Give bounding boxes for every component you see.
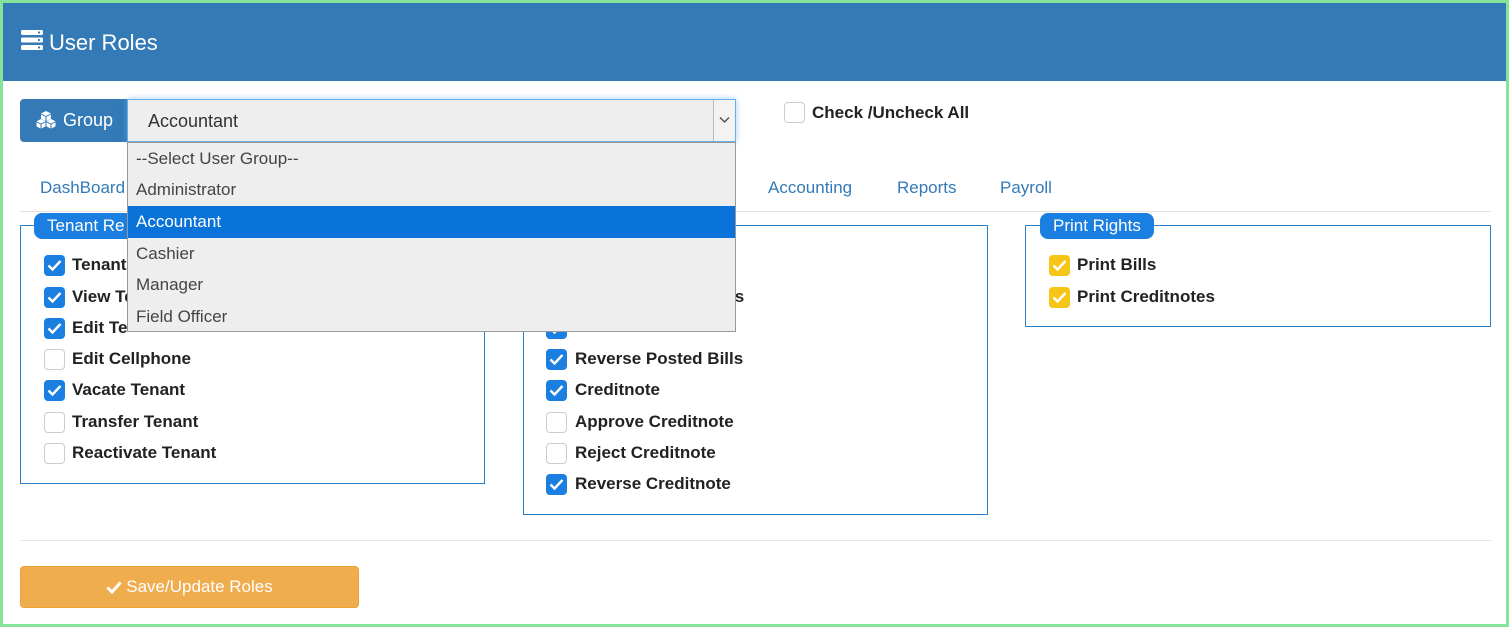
- edit-cellphone-checkbox[interactable]: [44, 349, 65, 370]
- print-bills-checkbox[interactable]: [1049, 255, 1070, 276]
- tab-accounting[interactable]: Accounting: [768, 178, 852, 198]
- tab-payroll[interactable]: Payroll: [1000, 178, 1052, 198]
- group-label: Group: [63, 110, 114, 130]
- edit-cellphone-label: Edit Cellphone: [72, 349, 191, 368]
- chevron-down-icon[interactable]: [713, 100, 735, 141]
- option-administrator[interactable]: Administrator: [128, 174, 735, 206]
- reverse-posted-bills-checkbox[interactable]: [546, 349, 567, 370]
- option-select-user-group[interactable]: --Select User Group--: [128, 143, 735, 175]
- server-stack-icon: [21, 30, 43, 50]
- vacate-tenant-label: Vacate Tenant: [72, 380, 186, 399]
- option-accountant[interactable]: Accountant: [128, 206, 735, 238]
- save-update-roles-button[interactable]: Save/Update Roles: [20, 566, 359, 608]
- vacate-tenant-checkbox[interactable]: [44, 380, 65, 401]
- view-tenant-label: View Te: [72, 287, 134, 306]
- option-manager[interactable]: Manager: [128, 269, 735, 301]
- user-group-dropdown-list: --Select User Group-- Administrator Acco…: [127, 142, 736, 332]
- print-rights-panel: [1025, 225, 1491, 327]
- check-all-checkbox[interactable]: [784, 102, 805, 123]
- edit-tenant-checkbox[interactable]: [44, 318, 65, 339]
- option-cashier[interactable]: Cashier: [128, 238, 735, 270]
- check-icon: [106, 581, 122, 595]
- tenant-checkbox[interactable]: [44, 255, 65, 276]
- tab-reports[interactable]: Reports: [897, 178, 957, 198]
- approve-creditnote-checkbox[interactable]: [546, 412, 567, 433]
- print-bills-label: Print Bills: [1077, 255, 1157, 274]
- user-group-selected-value: Accountant: [148, 111, 239, 131]
- page-header: User Roles: [3, 3, 1506, 81]
- tab-dashboard[interactable]: DashBoard: [40, 178, 125, 198]
- edit-tenant-label: Edit Te: [72, 318, 128, 337]
- user-group-select[interactable]: Accountant: [127, 99, 736, 142]
- cubes-icon: [36, 111, 56, 129]
- page-title: User Roles: [49, 30, 158, 55]
- print-creditnotes-label: Print Creditnotes: [1077, 287, 1215, 306]
- tenant-rights-legend: Tenant Re: [34, 213, 138, 239]
- reject-creditnote-label: Reject Creditnote: [575, 443, 716, 462]
- group-addon: Group: [20, 99, 128, 142]
- tenant-label: Tenant: [72, 255, 127, 274]
- save-button-label: Save/Update Roles: [126, 577, 273, 596]
- view-tenant-checkbox[interactable]: [44, 287, 65, 308]
- print-creditnotes-checkbox[interactable]: [1049, 287, 1070, 308]
- creditnote-checkbox[interactable]: [546, 380, 567, 401]
- transfer-tenant-label: Transfer Tenant: [72, 412, 199, 431]
- footer-divider: [20, 540, 1491, 541]
- reverse-creditnote-checkbox[interactable]: [546, 474, 567, 495]
- print-rights-legend: Print Rights: [1040, 213, 1154, 239]
- option-field-officer[interactable]: Field Officer: [128, 301, 735, 333]
- approve-creditnote-label: Approve Creditnote: [575, 412, 734, 431]
- transfer-tenant-checkbox[interactable]: [44, 412, 65, 433]
- reject-creditnote-checkbox[interactable]: [546, 443, 567, 464]
- reactivate-tenant-label: Reactivate Tenant: [72, 443, 217, 462]
- reactivate-tenant-checkbox[interactable]: [44, 443, 65, 464]
- reverse-posted-bills-label: Reverse Posted Bills: [575, 349, 744, 368]
- reverse-creditnote-label: Reverse Creditnote: [575, 474, 731, 493]
- check-all-label: Check /Uncheck All: [812, 103, 970, 122]
- creditnote-label: Creditnote: [575, 380, 660, 399]
